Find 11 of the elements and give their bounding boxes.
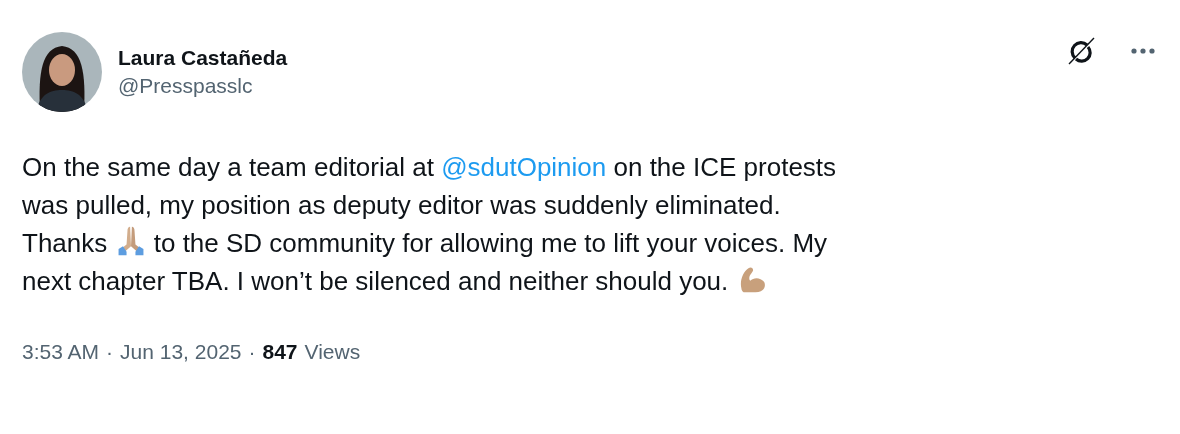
tweet-text: On the same day a team editorial at @sdutOpinion on the ICE protests was pulled, my position as deputy editor was suddenly eliminated. Thanks to the SD community for allowing me to lift your voices. My next chapter TBA. I won’t be silenced and neither should you. bbox=[22, 151, 838, 298]
views-count: 847 bbox=[262, 340, 298, 364]
slashed-circle-icon[interactable] bbox=[1066, 36, 1096, 66]
separator-dot: · bbox=[248, 340, 256, 364]
views-label: Views bbox=[304, 340, 361, 364]
separator-dot: · bbox=[106, 340, 114, 364]
post-date[interactable]: Jun 13, 2025 bbox=[120, 340, 242, 364]
author-handle[interactable]: @Presspasslc bbox=[118, 74, 288, 98]
author-name[interactable]: Laura Castañeda bbox=[118, 46, 288, 70]
post-time[interactable]: 3:53 AM bbox=[22, 340, 100, 364]
more-icon[interactable] bbox=[1130, 47, 1156, 55]
